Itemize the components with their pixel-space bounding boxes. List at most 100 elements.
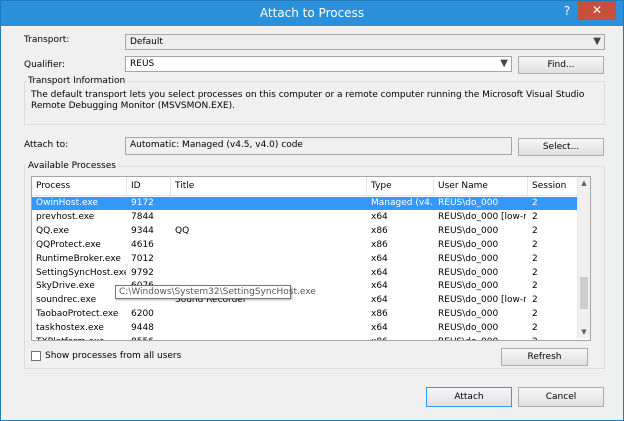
table-cell: REUS\do_000: [438, 239, 499, 250]
table-row[interactable]: SettingSyncHost.exe 9792 x64 REUS\do_000 2: [32, 267, 578, 280]
table-cell: 2: [532, 267, 538, 278]
refresh-button[interactable]: Refresh: [501, 348, 588, 366]
column-header-id[interactable]: ID: [131, 181, 141, 191]
table-cell: TXPlatform.exe: [36, 337, 126, 340]
show-all-users-label[interactable]: Show processes from all users: [45, 351, 181, 361]
table-cell: 2: [532, 211, 538, 222]
table-cell: x64: [371, 211, 388, 222]
table-cell: REUS\do_000: [438, 337, 526, 340]
dialog-title: Attach to Process: [259, 6, 365, 20]
table-cell: taskhostex.exe: [36, 323, 104, 334]
table-cell: REUS\do_000: [438, 198, 499, 208]
scrollbar-thumb[interactable]: [580, 277, 588, 309]
qualifier-combo[interactable]: REUS ▼: [125, 56, 512, 72]
attach-to-label: Attach to:: [24, 140, 69, 150]
column-header-process[interactable]: Process: [36, 181, 70, 191]
table-cell: 9792: [131, 267, 154, 278]
find-button[interactable]: Find...: [518, 56, 604, 74]
table-row[interactable]: OwinHost.exe 9172 Managed (v4.... REUS\do_0…: [32, 197, 578, 210]
table-cell: Managed (v4....: [371, 198, 433, 208]
transport-label: Transport:: [24, 35, 70, 45]
table-row[interactable]: QQProtect.exe 4616 x86 REUS\do_000 2: [32, 239, 578, 252]
process-list-header: Process ID Title Type User Name Session: [32, 177, 578, 196]
table-cell: REUS\do_000: [438, 323, 499, 334]
table-cell: 2: [532, 198, 538, 208]
table-row[interactable]: RuntimeBroker.exe 7012 x64 REUS\do_000 2: [32, 253, 578, 266]
table-cell: x64: [371, 281, 388, 292]
column-header-user-name[interactable]: User Name: [438, 181, 488, 191]
cancel-button[interactable]: Cancel: [518, 387, 604, 407]
table-cell: REUS\do_000: [438, 253, 499, 264]
table-cell: 2: [532, 253, 538, 264]
table-cell: x64: [371, 267, 388, 278]
table-cell: x86: [371, 337, 433, 340]
table-cell: QQProtect.exe: [36, 239, 101, 250]
table-cell: 2: [532, 295, 538, 306]
table-cell: x64: [371, 323, 388, 334]
table-row[interactable]: prevhost.exe 7844 x64 REUS\do_000 [low-ri..…: [32, 211, 578, 224]
process-list[interactable]: Process ID Title Type User Name Session …: [31, 176, 591, 341]
table-cell: x86: [371, 225, 388, 236]
attach-to-field: Automatic: Managed (v4.5, v4.0) code: [125, 137, 512, 155]
table-row[interactable]: QQ.exe 9344 QQ x86 REUS\do_000 2: [32, 225, 578, 238]
transport-information-title: Transport Information: [26, 76, 128, 86]
attach-to-process-dialog: Attach to Process ? ✕ Transport: Default…: [0, 0, 624, 421]
qualifier-value: REUS: [130, 59, 155, 69]
table-cell: 9448: [131, 323, 154, 334]
chevron-down-icon: ▼: [500, 58, 508, 69]
table-cell: REUS\do_000: [438, 281, 499, 292]
table-cell: 2: [532, 225, 538, 236]
table-cell: SettingSyncHost.exe: [36, 267, 126, 278]
available-processes-title: Available Processes: [26, 161, 118, 171]
transport-information-text: The default transport lets you select pr…: [31, 90, 585, 111]
table-cell: 8556: [131, 337, 171, 340]
column-header-title[interactable]: Title: [175, 181, 194, 191]
table-cell: prevhost.exe: [36, 211, 95, 222]
process-path-tooltip: C:\Windows\System32\SettingSyncHost.exe: [115, 285, 316, 299]
help-button[interactable]: ?: [555, 1, 579, 21]
qualifier-label: Qualifier:: [24, 60, 66, 70]
table-cell: TaobaoProtect.exe: [36, 309, 119, 320]
table-cell: 9344: [131, 225, 154, 236]
table-row[interactable]: taskhostex.exe 9448 x64 REUS\do_000 2: [32, 322, 578, 335]
show-all-users-checkbox[interactable]: [31, 351, 41, 361]
table-cell: 2: [532, 337, 572, 340]
table-cell: soundrec.exe: [36, 295, 97, 306]
table-cell: OwinHost.exe: [36, 198, 98, 208]
table-cell: REUS\do_000: [438, 225, 499, 236]
table-cell: x64: [371, 253, 388, 264]
table-cell: SkyDrive.exe: [36, 281, 95, 292]
table-cell: 2: [532, 281, 538, 292]
select-button[interactable]: Select...: [518, 138, 604, 156]
table-cell: x86: [371, 309, 388, 320]
transport-combo[interactable]: Default ▼: [125, 34, 605, 50]
column-header-type[interactable]: Type: [371, 181, 392, 191]
vertical-scrollbar[interactable]: ▲ ▼: [577, 177, 590, 338]
table-cell: RuntimeBroker.exe: [36, 253, 121, 264]
table-cell: 7844: [131, 211, 154, 222]
attach-button[interactable]: Attach: [426, 387, 512, 407]
table-cell: REUS\do_000 [low-ri...: [438, 295, 526, 306]
table-cell: 7012: [131, 253, 154, 264]
scroll-down-icon[interactable]: ▼: [578, 326, 590, 338]
chevron-down-icon: ▼: [593, 36, 601, 47]
table-cell: x64: [371, 295, 388, 306]
table-cell: 9172: [131, 198, 154, 208]
table-cell: 2: [532, 239, 538, 250]
table-cell: QQ: [175, 225, 190, 236]
table-cell: 6200: [131, 309, 154, 320]
table-cell: 2: [532, 323, 538, 334]
scroll-up-icon[interactable]: ▲: [578, 177, 590, 189]
table-cell: 2: [532, 309, 538, 320]
table-cell: QQ.exe: [36, 225, 69, 236]
table-row[interactable]: TXPlatform.exe 8556 x86 REUS\do_000 2: [32, 336, 578, 340]
close-button[interactable]: ✕: [578, 1, 616, 20]
transport-value: Default: [130, 37, 163, 47]
table-cell: 4616: [131, 239, 154, 250]
column-header-session[interactable]: Session: [532, 181, 566, 191]
table-row[interactable]: TaobaoProtect.exe 6200 x86 REUS\do_000 2: [32, 308, 578, 321]
table-cell: REUS\do_000 [low-ri...: [438, 211, 526, 222]
title-bar[interactable]: Attach to Process ? ✕: [1, 1, 623, 26]
table-cell: REUS\do_000: [438, 267, 499, 278]
table-cell: REUS\do_000: [438, 309, 499, 320]
